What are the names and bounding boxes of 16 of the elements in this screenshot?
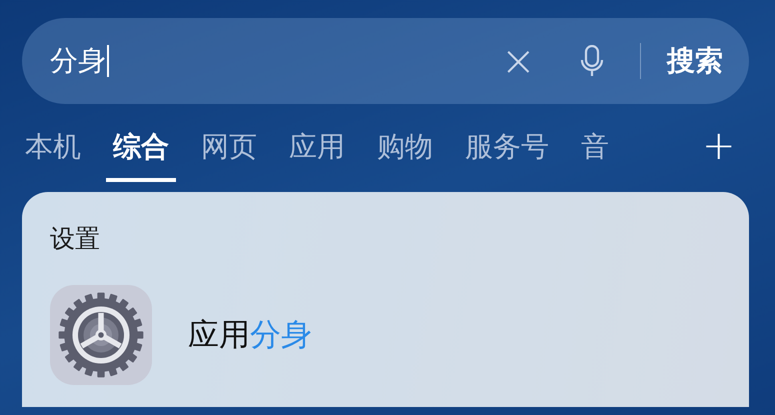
section-title: 设置 — [50, 223, 100, 255]
tab[interactable]: 本机 — [18, 122, 88, 182]
tab[interactable]: 应用 — [282, 122, 352, 182]
result-title[interactable]: 应用分身 — [188, 314, 312, 356]
settings-icon[interactable] — [50, 285, 152, 385]
microphone-icon[interactable] — [580, 45, 604, 77]
tab[interactable]: 音 — [574, 122, 616, 182]
clear-button[interactable]: × — [500, 40, 536, 82]
tab[interactable]: 网页 — [194, 122, 264, 182]
add-tab-button[interactable]: + — [702, 126, 736, 166]
search-field[interactable]: 分身 — [50, 39, 501, 83]
text-cursor — [107, 45, 109, 77]
tab[interactable]: 综合 — [106, 122, 176, 182]
tab[interactable]: 购物 — [370, 122, 440, 182]
search-button[interactable]: 搜索 — [667, 42, 723, 80]
tab[interactable]: 服务号 — [458, 122, 556, 182]
